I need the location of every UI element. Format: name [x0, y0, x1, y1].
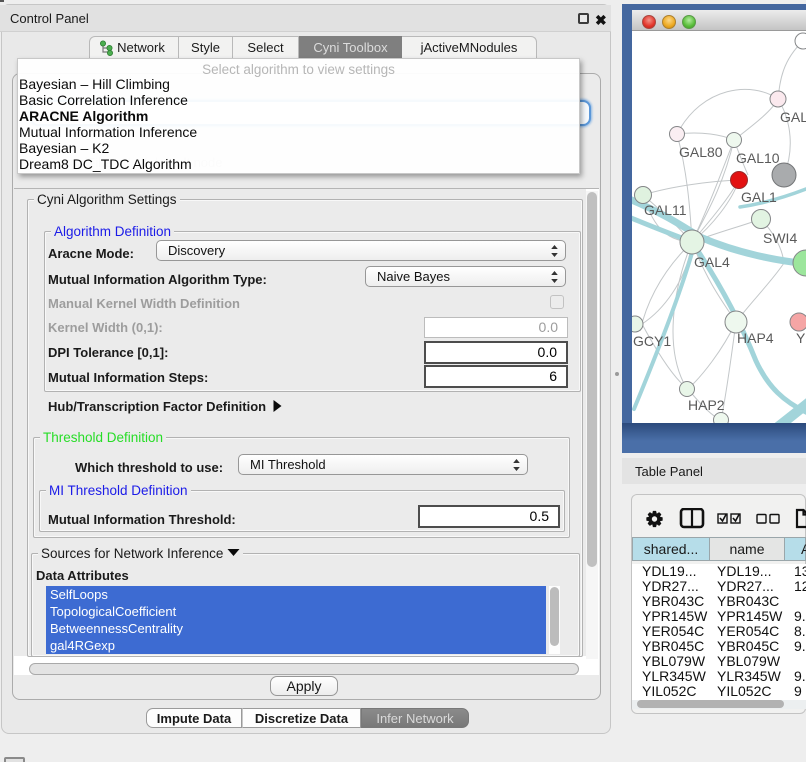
svg-text:GCY1: GCY1 [633, 333, 671, 349]
svg-text:GAL4: GAL4 [694, 254, 730, 270]
svg-text:GAL1: GAL1 [741, 189, 777, 205]
svg-text:GAL80: GAL80 [679, 144, 723, 160]
svg-text:GAL11: GAL11 [644, 202, 687, 218]
svg-text:HAP2: HAP2 [688, 397, 725, 413]
svg-text:GAL10: GAL10 [736, 150, 780, 166]
svg-text:HAP4: HAP4 [737, 330, 774, 346]
svg-text:Y: Y [796, 330, 806, 346]
svg-text:SWI4: SWI4 [763, 230, 797, 246]
svg-text:GAL8: GAL8 [780, 109, 806, 125]
